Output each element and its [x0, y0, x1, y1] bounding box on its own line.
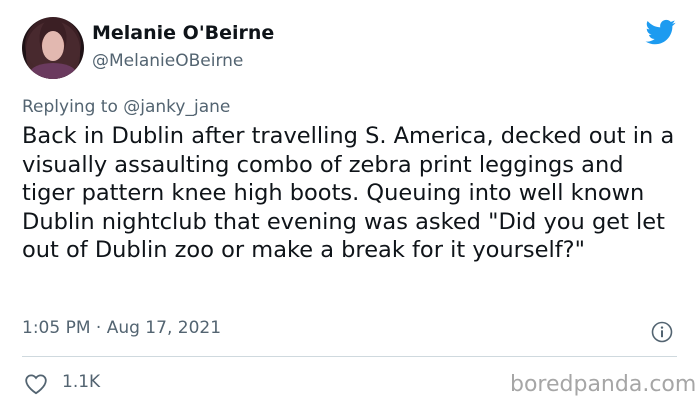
twitter-bird-icon[interactable] [645, 17, 677, 47]
avatar[interactable] [22, 17, 84, 79]
author-display-name[interactable]: Melanie O'Beirne [92, 22, 274, 44]
info-icon[interactable] [651, 321, 673, 343]
divider [22, 356, 677, 357]
tweet-timestamp[interactable]: 1:05 PM · Aug 17, 2021 [22, 318, 221, 338]
author-handle[interactable]: @MelanieOBeirne [92, 51, 243, 71]
replying-to: Replying to @janky_jane [22, 97, 230, 117]
watermark: boredpanda.com [510, 372, 697, 397]
like-count: 1.1K [62, 372, 101, 392]
avatar-face [42, 31, 64, 61]
avatar-shirt [30, 63, 76, 79]
reply-mention-link[interactable]: @janky_jane [123, 97, 230, 117]
tweet-text: Back in Dublin after travelling S. Ameri… [22, 123, 675, 264]
replying-to-prefix: Replying to [22, 97, 118, 117]
heart-icon[interactable] [24, 373, 48, 395]
